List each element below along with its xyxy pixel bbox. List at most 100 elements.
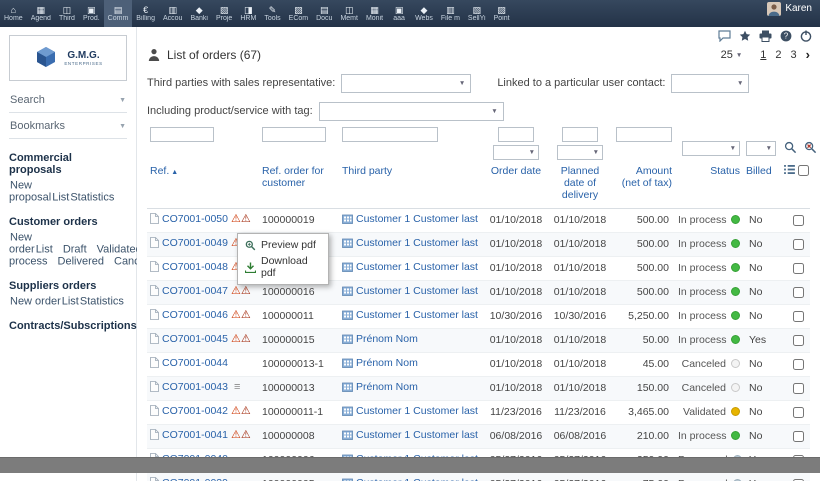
row-checkbox[interactable] — [793, 431, 804, 442]
third-party-link[interactable]: Prénom Nom — [356, 381, 418, 393]
page-1[interactable]: 1 — [760, 49, 766, 61]
document-icon[interactable] — [150, 333, 159, 344]
row-checkbox[interactable] — [793, 383, 804, 394]
third-party-link[interactable]: Customer 1 Customer last — [356, 261, 478, 273]
menu-item-docu[interactable]: ▤ Docu — [312, 0, 336, 27]
sort-delivery-date-header[interactable]: Planned date of delivery — [561, 165, 600, 201]
menu-item-home[interactable]: ⌂ Home — [0, 0, 27, 27]
sidebar-search-toggle[interactable]: Search ▼ — [9, 87, 127, 113]
amount-filter-input[interactable] — [616, 127, 672, 142]
third-party-link[interactable]: Customer 1 Customer last — [356, 237, 478, 249]
third-party-link[interactable]: Customer 1 Customer last — [356, 429, 478, 441]
delivery-date-month-select[interactable]: ▼ — [557, 145, 603, 160]
row-checkbox[interactable] — [793, 263, 804, 274]
billed-filter-select[interactable]: ▼ — [746, 141, 776, 156]
sort-amount-header[interactable]: Amount (net of tax) — [622, 165, 672, 189]
row-checkbox[interactable] — [793, 287, 804, 298]
menu-item-monit[interactable]: ▦ Monit — [362, 0, 387, 27]
menu-item-sellyi[interactable]: ▧ SellYi — [464, 0, 490, 27]
menu-item-accou[interactable]: ▥ Accou — [159, 0, 186, 27]
printer-icon[interactable] — [759, 30, 772, 42]
company-logo[interactable]: G.M.G. ENTERPRISES — [9, 35, 127, 81]
document-icon[interactable] — [150, 309, 159, 320]
row-checkbox[interactable] — [793, 239, 804, 250]
user-contact-select[interactable]: ▼ — [671, 74, 749, 93]
sidebar-bookmarks-toggle[interactable]: Bookmarks ▼ — [9, 113, 127, 139]
menu-item-point[interactable]: ▨ Point — [490, 0, 514, 27]
sidebar-item-statistics[interactable]: Statistics — [69, 189, 114, 206]
document-icon[interactable] — [150, 357, 159, 368]
third-party-link[interactable]: Prénom Nom — [356, 357, 418, 369]
sales-rep-select[interactable]: ▼ — [341, 74, 471, 93]
document-icon[interactable] — [150, 261, 159, 272]
download-pdf-menuitem[interactable]: Download pdf — [238, 253, 328, 281]
menu-item-tools[interactable]: ✎ Tools — [260, 0, 284, 27]
sort-status-header[interactable]: Status — [710, 165, 740, 177]
order-ref-link[interactable]: CO7001-0045 — [162, 333, 228, 345]
sort-customer-ref-header[interactable]: Ref. order for customer — [262, 165, 324, 189]
third-party-link[interactable]: Customer 1 Customer last — [356, 213, 478, 225]
row-checkbox[interactable] — [793, 407, 804, 418]
logout-icon[interactable] — [800, 30, 812, 42]
order-ref-link[interactable]: CO7001-0047 — [162, 285, 228, 297]
star-icon[interactable] — [739, 30, 751, 42]
order-ref-link[interactable]: CO7001-0042 — [162, 405, 228, 417]
row-checkbox[interactable] — [793, 215, 804, 226]
menu-item-prod-[interactable]: ▣ Prod. — [79, 0, 104, 27]
row-checkbox[interactable] — [793, 311, 804, 322]
document-icon[interactable] — [150, 285, 159, 296]
page-3[interactable]: 3 — [791, 49, 797, 61]
document-icon[interactable] — [150, 477, 159, 481]
third-party-link[interactable]: Customer 1 Customer last — [356, 477, 478, 481]
delivery-date-filter-input[interactable] — [562, 127, 598, 142]
order-ref-link[interactable]: CO7001-0049 — [162, 237, 228, 249]
avatar[interactable] — [767, 2, 781, 16]
sort-third-party-header[interactable]: Third party — [342, 165, 392, 177]
sidebar-item-list[interactable]: List — [61, 293, 79, 310]
sort-order-date-header[interactable]: Order date — [491, 165, 541, 177]
menu-item-third[interactable]: ◫ Third — [55, 0, 79, 27]
status-filter-select[interactable]: ▼ — [682, 141, 740, 156]
select-all-checkbox[interactable] — [798, 165, 809, 176]
menu-item-banki[interactable]: ◆ Banki — [186, 0, 212, 27]
menu-item-memt[interactable]: ◫ Memt — [336, 0, 362, 27]
next-page-button[interactable]: › — [806, 49, 810, 61]
sidebar-item-delivered[interactable]: Delivered — [48, 253, 104, 270]
document-icon[interactable] — [150, 237, 159, 248]
columns-icon[interactable] — [784, 165, 795, 174]
customer-ref-filter-input[interactable] — [262, 127, 326, 142]
sidebar-item-new-proposal[interactable]: New proposal — [9, 177, 51, 206]
menu-item-agend[interactable]: ▦ Agend — [27, 0, 55, 27]
row-checkbox[interactable] — [793, 359, 804, 370]
third-party-filter-input[interactable] — [342, 127, 438, 142]
order-ref-link[interactable]: CO7001-0048 — [162, 261, 228, 273]
sidebar-item-statistics[interactable]: Statistics — [79, 293, 124, 310]
page-2[interactable]: 2 — [775, 49, 781, 61]
user-area[interactable]: Karen — [767, 0, 820, 27]
page-size-select[interactable]: 25 ▼ — [721, 49, 743, 61]
menu-item-hrm[interactable]: ◨ HRM — [236, 0, 260, 27]
chat-icon[interactable] — [718, 30, 731, 42]
order-ref-link[interactable]: CO7001-0046 — [162, 309, 228, 321]
user-name[interactable]: Karen — [785, 2, 812, 16]
menu-item-webs[interactable]: ◆ Webs — [411, 0, 437, 27]
menu-item-aaa[interactable]: ▣ aaa — [387, 0, 411, 27]
sidebar-item-list[interactable]: List — [51, 189, 69, 206]
order-ref-link[interactable]: CO7001-0043 — [162, 381, 228, 393]
third-party-link[interactable]: Customer 1 Customer last — [356, 405, 478, 417]
menu-item-comm[interactable]: ▤ Comm — [104, 0, 133, 27]
order-date-filter-input[interactable] — [498, 127, 534, 142]
menu-item-proje[interactable]: ▧ Proje — [212, 0, 236, 27]
document-icon[interactable] — [150, 405, 159, 416]
clear-search-button[interactable] — [804, 141, 817, 154]
order-ref-link[interactable]: CO7001-0044 — [162, 357, 228, 369]
row-checkbox[interactable] — [793, 335, 804, 346]
menu-item-file-m[interactable]: ▥ File m — [437, 0, 464, 27]
third-party-link[interactable]: Prénom Nom — [356, 333, 418, 345]
order-ref-link[interactable]: CO7001-0050 — [162, 213, 228, 225]
third-party-link[interactable]: Customer 1 Customer last — [356, 309, 478, 321]
order-date-month-select[interactable]: ▼ — [493, 145, 539, 160]
menu-item-ecom[interactable]: ▨ ECom — [285, 0, 312, 27]
third-party-link[interactable]: Customer 1 Customer last — [356, 285, 478, 297]
search-button[interactable] — [784, 141, 797, 154]
